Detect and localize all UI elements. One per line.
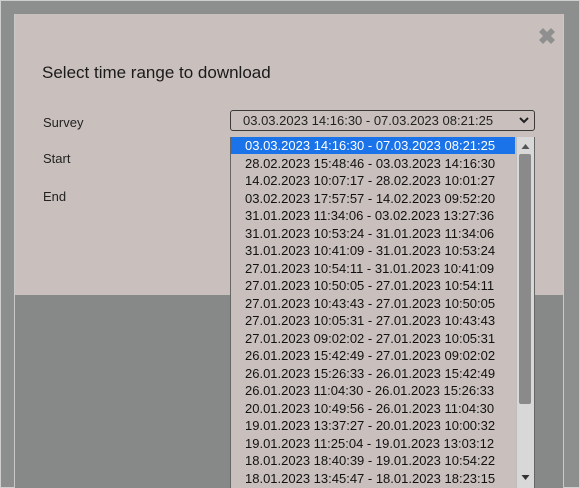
scrollbar-thumb[interactable] — [519, 154, 531, 404]
dialog-title: Select time range to download — [42, 63, 271, 82]
chevron-down-icon — [519, 117, 529, 124]
list-item[interactable]: 19.01.2023 11:25:04 - 19.01.2023 13:03:1… — [231, 435, 515, 452]
scroll-up-arrow-icon[interactable] — [520, 142, 531, 151]
start-label: Start — [43, 151, 71, 166]
scrollbar[interactable] — [516, 137, 534, 488]
list-item[interactable]: 27.01.2023 10:05:31 - 27.01.2023 10:43:4… — [231, 312, 515, 329]
list-item[interactable]: 20.01.2023 10:49:56 - 26.01.2023 11:04:3… — [231, 400, 515, 417]
survey-options-list[interactable]: 18.01.2023 13:45:47 - 18.01.2023 18:23:1… — [230, 137, 535, 488]
list-item[interactable]: 19.01.2023 13:37:27 - 20.01.2023 10:00:3… — [231, 417, 515, 434]
list-item[interactable]: 14.02.2023 10:07:17 - 28.02.2023 10:01:2… — [231, 172, 515, 189]
list-item[interactable]: 28.02.2023 15:48:46 - 03.03.2023 14:16:3… — [231, 155, 515, 172]
list-item[interactable]: 18.01.2023 13:45:47 - 18.01.2023 18:23:1… — [231, 470, 515, 487]
list-item[interactable]: 31.01.2023 10:41:09 - 31.01.2023 10:53:2… — [231, 242, 515, 259]
list-item[interactable]: 26.01.2023 15:42:49 - 27.01.2023 09:02:0… — [231, 347, 515, 364]
list-item[interactable]: 27.01.2023 09:02:02 - 27.01.2023 10:05:3… — [231, 330, 515, 347]
list-item-selected[interactable]: 03.03.2023 14:16:30 - 07.03.2023 08:21:2… — [231, 137, 515, 154]
list-item[interactable]: 31.01.2023 10:53:24 - 31.01.2023 11:34:0… — [231, 225, 515, 242]
list-item[interactable]: 27.01.2023 10:43:43 - 27.01.2023 10:50:0… — [231, 295, 515, 312]
list-item[interactable]: 03.02.2023 17:57:57 - 14.02.2023 09:52:2… — [231, 190, 515, 207]
list-item[interactable]: 31.01.2023 11:34:06 - 03.02.2023 13:27:3… — [231, 207, 515, 224]
close-icon[interactable] — [534, 23, 560, 49]
survey-label: Survey — [43, 115, 84, 130]
scroll-down-arrow-icon[interactable] — [520, 473, 531, 482]
list-item[interactable]: 27.01.2023 10:54:11 - 31.01.2023 10:41:0… — [231, 260, 515, 277]
list-item[interactable]: 18.01.2023 18:40:39 - 19.01.2023 10:54:2… — [231, 452, 515, 469]
survey-select[interactable]: 03.03.2023 14:16:30 - 07.03.2023 08:21:2… — [230, 110, 535, 131]
end-label: End — [43, 189, 67, 204]
list-item[interactable]: 26.01.2023 15:26:33 - 26.01.2023 15:42:4… — [231, 365, 515, 382]
list-item[interactable]: 26.01.2023 11:04:30 - 26.01.2023 15:26:3… — [231, 382, 515, 399]
download-dialog: Select time range to download Survey Sta… — [14, 14, 564, 488]
survey-select-value: 03.03.2023 14:16:30 - 07.03.2023 08:21:2… — [243, 113, 494, 128]
list-item[interactable]: 27.01.2023 10:50:05 - 27.01.2023 10:54:1… — [231, 277, 515, 294]
